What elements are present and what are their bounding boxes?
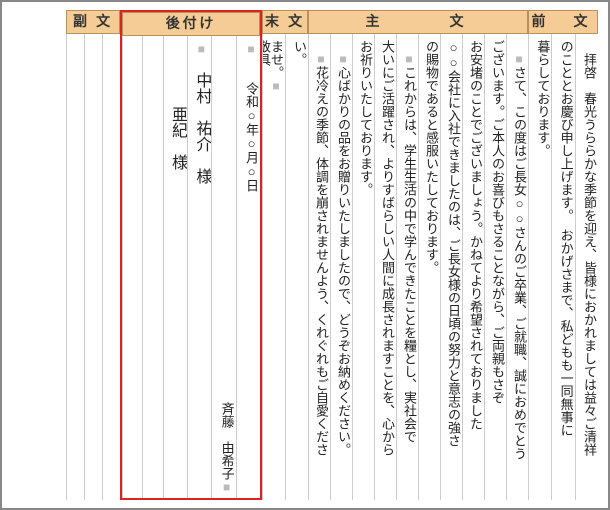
post-recipient-1: ■ 中村 祐介 様 bbox=[187, 36, 211, 498]
sub-spacer-1 bbox=[102, 34, 120, 500]
section-postscript: 後付け ■ 令和○年○月○日 斉藤 由希子■ ■ 中村 祐介 様 亜紀 様 bbox=[122, 12, 260, 498]
main-line-4: ○○会社に入社できましたのは、ご長女様の日頃の努力と意志の強さ bbox=[440, 34, 462, 500]
main-line-2: ございます。ご本人のお喜びもさることながら、ご両親もさぞ bbox=[484, 34, 506, 500]
section-prelude: 前 文 拝啓 春光うららかな季節を迎え、皆様におかれましては益々ご清祥 のことと… bbox=[528, 10, 598, 500]
prelude-line-2: のこととお慶び申し上げます。 おかげさまで、私どもも一同無事に bbox=[551, 34, 574, 500]
header-closing: 末 文 bbox=[262, 10, 308, 34]
section-subtext: 副 文 bbox=[66, 10, 120, 500]
main-line-7: 大いにご活躍され、よりすばらしい人間に成長されますことを、心から bbox=[374, 34, 396, 500]
header-prelude: 前 文 bbox=[528, 10, 598, 34]
closing-line-a: い。 bbox=[285, 34, 308, 500]
post-spacer-1 bbox=[142, 36, 162, 498]
header-subtext: 副 文 bbox=[66, 10, 120, 34]
main-line-9: ■心ばかりの品をお贈りいたしましたので、どうぞお納めください。 bbox=[330, 34, 352, 500]
main-line-8: お祈りいたしております。 bbox=[352, 34, 374, 500]
sub-spacer-2 bbox=[84, 34, 102, 500]
main-line-1: ■さて、この度はご長女○○さんのご卒業、ご就職、誠におめでとう bbox=[506, 34, 528, 500]
prelude-line-1: 拝啓 春光うららかな季節を迎え、皆様におかれましては益々ご清祥 bbox=[575, 34, 598, 500]
main-line-10: ■花冷えの季節、体調を崩されませんよう、くれぐれもご自愛くださ bbox=[308, 34, 330, 500]
section-closing: 末 文 い。 ませ。■ 敬具 bbox=[262, 10, 308, 500]
closing-keigu: 敬具 bbox=[262, 40, 270, 496]
section-postscript-highlight: 後付け ■ 令和○年○月○日 斉藤 由希子■ ■ 中村 祐介 様 亜紀 様 bbox=[120, 10, 262, 500]
closing-line-b: ませ。■ 敬具 bbox=[262, 34, 285, 500]
post-date: ■ 令和○年○月○日 bbox=[236, 36, 260, 498]
post-recipient-2: 亜紀 様 bbox=[163, 36, 187, 498]
prelude-line-3: 暮らしております。 bbox=[528, 34, 551, 500]
main-line-6: ■これからは、学生生活の中で学んできたことを糧とし、実社会で bbox=[396, 34, 418, 500]
main-line-3: お安堵のことでございましょう。かねてより希望されておりました bbox=[462, 34, 484, 500]
header-postscript: 後付け bbox=[122, 12, 260, 36]
post-sender: 斉藤 由希子■ bbox=[211, 36, 235, 498]
post-spacer-2 bbox=[122, 36, 142, 498]
section-main: 主 文 ■さて、この度はご長女○○さんのご卒業、ご就職、誠におめでとう ございま… bbox=[308, 10, 528, 500]
sub-spacer-3 bbox=[66, 34, 84, 500]
main-line-5: の賜物であると感服いたしております。 bbox=[418, 34, 440, 500]
header-main: 主 文 bbox=[308, 10, 528, 34]
